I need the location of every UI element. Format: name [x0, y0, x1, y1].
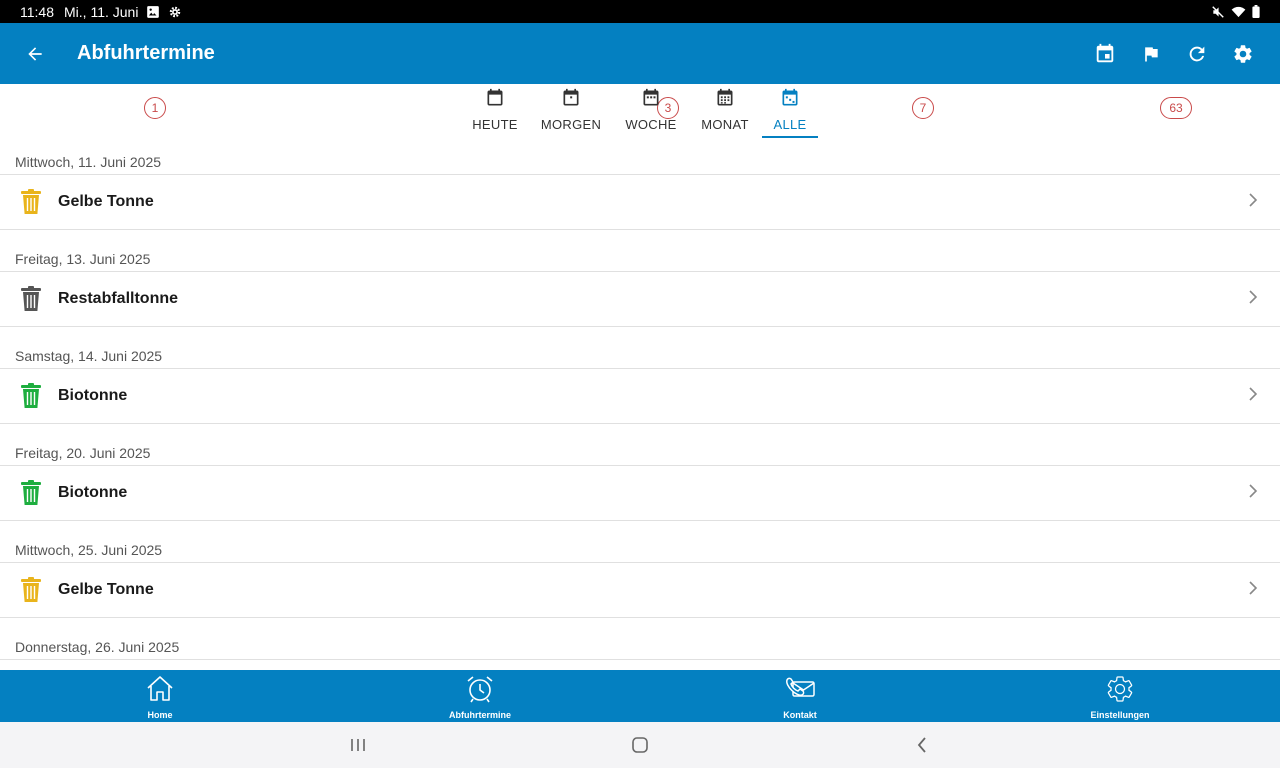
tab-label: WOCHE — [625, 117, 677, 132]
nav-label: Einstellungen — [1090, 710, 1150, 720]
nav-einstellungen[interactable]: Einstellungen — [960, 670, 1280, 722]
gear-icon — [1234, 44, 1252, 63]
green-bin-icon — [19, 480, 43, 506]
home-icon — [147, 676, 173, 701]
nav-label: Abfuhrtermine — [448, 710, 511, 720]
date-header: Mittwoch, 11. Juni 2025 — [0, 142, 1280, 175]
list-item[interactable]: Gelbe Tonne — [0, 563, 1280, 618]
calendar-month-icon — [717, 88, 733, 106]
nav-abfuhrtermine[interactable]: Abfuhrtermine — [320, 670, 640, 722]
list-item[interactable]: Gelbe Tonne — [0, 175, 1280, 230]
status-date: Mi., 11. Juni — [64, 3, 139, 20]
flag-icon — [1145, 46, 1158, 61]
calendar-day-icon — [487, 88, 503, 106]
collection-list[interactable]: Mittwoch, 11. Juni 2025 Gelbe Tonne Frei… — [0, 142, 1280, 670]
list-item[interactable]: Biotonne — [0, 466, 1280, 521]
page-title: Abfuhrtermine — [77, 42, 215, 64]
chevron-left-icon — [917, 737, 926, 753]
calendar-tomorrow-icon — [563, 88, 579, 106]
nav-label: Kontakt — [783, 710, 817, 720]
yellow-bin-icon — [19, 577, 43, 603]
tab-woche[interactable]: WOCHE — [622, 84, 680, 140]
app-bar: Abfuhrtermine — [0, 23, 1280, 84]
badge-monat: 7 — [912, 97, 934, 119]
alarm-clock-icon — [467, 676, 493, 703]
status-time: 11:48 — [20, 3, 54, 20]
home-circle-icon — [632, 737, 648, 753]
wifi-icon — [1231, 5, 1246, 18]
home-system-button[interactable] — [628, 733, 652, 757]
recent-apps-icon — [351, 739, 365, 751]
nav-label: Home — [147, 710, 173, 720]
tab-morgen[interactable]: MORGEN — [538, 84, 604, 140]
date-header: Mittwoch, 25. Juni 2025 — [0, 530, 1280, 563]
entry-label: Gelbe Tonne — [58, 581, 154, 598]
filter-tabs: 1 3 7 63 HEUTE MORGEN WOCHE MONAT ALLE — [0, 84, 1280, 142]
entry-label: Biotonne — [58, 387, 128, 404]
date-header: Donnerstag, 26. Juni 2025 — [0, 627, 1280, 660]
tab-label: ALLE — [773, 117, 807, 132]
tab-label: MONAT — [701, 117, 749, 132]
settings-status-icon — [168, 5, 182, 19]
settings-button[interactable] — [1220, 31, 1266, 77]
calendar-today-icon — [1096, 43, 1114, 62]
recent-apps-button[interactable] — [346, 733, 370, 757]
refresh-button[interactable] — [1174, 31, 1220, 77]
green-bin-icon — [19, 383, 43, 409]
back-button[interactable] — [17, 36, 53, 72]
nav-home[interactable]: Home — [0, 670, 320, 722]
entry-label: Gelbe Tonne — [58, 193, 154, 210]
badge-heute: 1 — [144, 97, 166, 119]
bottom-navigation: Home Abfuhrtermine Kontakt Einstellungen — [0, 670, 1280, 722]
chevron-right-icon — [1248, 483, 1258, 503]
tab-heute[interactable]: HEUTE — [467, 84, 523, 140]
calendar-all-icon — [782, 88, 798, 106]
entry-label: Biotonne — [58, 484, 128, 501]
mute-icon — [1211, 5, 1225, 19]
image-icon — [146, 5, 160, 19]
tab-label: HEUTE — [472, 117, 518, 132]
battery-icon — [1252, 5, 1260, 18]
grey-bin-icon — [19, 286, 43, 312]
tab-alle[interactable]: ALLE — [762, 84, 818, 140]
chevron-right-icon — [1248, 192, 1258, 212]
tab-monat[interactable]: MONAT — [697, 84, 753, 140]
calendar-week-icon — [643, 88, 659, 106]
list-item[interactable]: Restabfalltonne — [0, 272, 1280, 327]
list-item[interactable]: Biotonne — [0, 369, 1280, 424]
active-tab-indicator — [762, 136, 818, 138]
arrow-left-icon — [28, 46, 42, 61]
chevron-right-icon — [1248, 386, 1258, 406]
date-header: Freitag, 20. Juni 2025 — [0, 433, 1280, 466]
yellow-bin-icon — [19, 189, 43, 215]
nav-kontakt[interactable]: Kontakt — [640, 670, 960, 722]
date-header: Freitag, 13. Juni 2025 — [0, 239, 1280, 272]
date-header: Samstag, 14. Juni 2025 — [0, 336, 1280, 369]
flag-button[interactable] — [1128, 31, 1174, 77]
entry-label: Restabfalltonne — [58, 290, 179, 307]
refresh-icon — [1189, 46, 1205, 61]
chevron-right-icon — [1248, 580, 1258, 600]
status-bar: 11:48 Mi., 11. Juni — [0, 0, 1280, 23]
chevron-right-icon — [1248, 289, 1258, 309]
tab-label: MORGEN — [540, 117, 602, 132]
gear-icon — [1107, 676, 1133, 702]
system-navigation-bar — [0, 722, 1280, 768]
phone-mail-icon — [786, 677, 815, 697]
badge-alle: 63 — [1160, 97, 1192, 119]
back-system-button[interactable] — [910, 733, 934, 757]
calendar-today-button[interactable] — [1082, 31, 1128, 77]
